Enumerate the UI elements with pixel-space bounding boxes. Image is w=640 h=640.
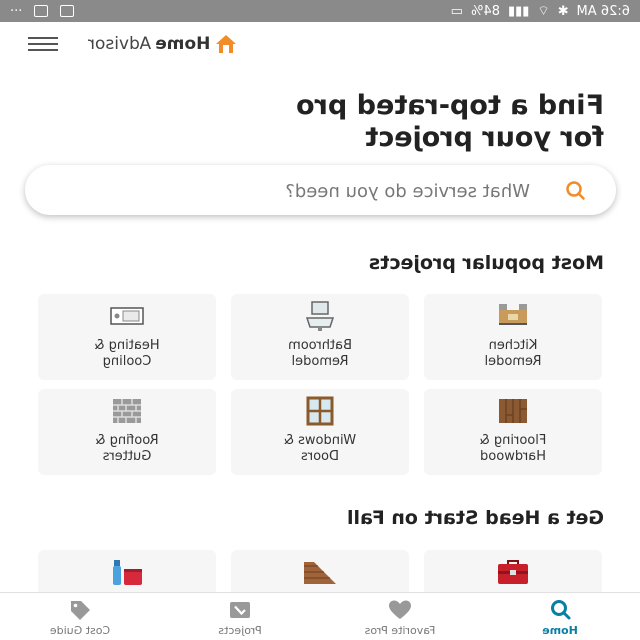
wifi-icon: ⌔ [537, 4, 550, 19]
heart-icon [389, 600, 411, 619]
bathroom-sink-icon [305, 301, 335, 331]
card-roofing-gutters[interactable]: Roofing & Gutters [38, 389, 216, 475]
window-icon [306, 396, 334, 426]
page-title: Find a top-rated pro for your project [296, 90, 604, 154]
card-kitchen-remodel[interactable]: Kitchen Remodel [424, 294, 602, 380]
cleaning-supplies-icon [113, 560, 142, 585]
mirrored-screen: 6:26 AM ✱ ⌔ ▮▮▮ 84% ▭ ··· Home Advisor Fi… [0, 0, 640, 640]
fall-section-heading: Get a Head Start on Fall [346, 507, 604, 529]
status-bar: 6:26 AM ✱ ⌔ ▮▮▮ 84% ▭ ··· [0, 0, 640, 22]
tab-projects[interactable]: Projects [160, 593, 320, 640]
homeadvisor-logo[interactable]: Home Advisor [88, 33, 238, 55]
hero-line-1: Find a top-rated pro [296, 90, 604, 121]
notification-icon [60, 5, 75, 17]
brick-wall-icon [113, 399, 141, 423]
kitchen-icon [499, 304, 527, 325]
search-bar[interactable] [25, 165, 616, 215]
tab-label: Projects [218, 624, 262, 637]
house-logo-icon [216, 35, 237, 53]
search-icon [551, 600, 571, 620]
bluetooth-icon: ✱ [557, 3, 569, 19]
app-header: Home Advisor [0, 22, 640, 68]
image-notification-icon [34, 5, 49, 17]
thermostat-icon [110, 307, 144, 325]
tab-cost-guide[interactable]: Cost Guide [0, 593, 160, 640]
card-label: Windows & Doors [283, 433, 357, 464]
logo-advisor-text: Advisor [88, 34, 152, 54]
menu-icon[interactable] [28, 37, 58, 53]
signal-icon: ▮▮▮ [507, 3, 530, 19]
popular-projects-heading: Most popular projects [368, 252, 604, 274]
battery-icon: ▭ [450, 3, 464, 19]
status-time: 6:26 AM [576, 3, 630, 19]
search-input[interactable] [68, 177, 532, 205]
tab-home[interactable]: Home [480, 593, 640, 640]
tab-favorite-pros[interactable]: Favorite Pros [320, 593, 480, 640]
price-tag-icon [71, 601, 90, 620]
search-icon[interactable] [564, 179, 586, 201]
wood-floor-icon [499, 399, 527, 423]
tab-label: Favorite Pros [364, 624, 436, 637]
tab-label: Cost Guide [49, 624, 111, 637]
bottom-tab-bar: Home Favorite Pros Projects Cost Guide [0, 592, 640, 640]
card-flooring-hardwood[interactable]: Flooring & Hardwood [424, 389, 602, 475]
card-bathroom-remodel[interactable]: Bathroom Remodel [231, 294, 409, 380]
tab-label: Home [542, 624, 578, 637]
toolbox-icon [498, 560, 528, 584]
card-label: Heating & Cooling [94, 338, 160, 369]
card-label: Kitchen Remodel [484, 338, 542, 369]
card-label: Bathroom Remodel [288, 338, 352, 369]
status-battery: 84% [471, 3, 500, 19]
card-label: Roofing & Gutters [95, 433, 159, 464]
card-label: Flooring & Hardwood [479, 433, 547, 464]
card-windows-doors[interactable]: Windows & Doors [231, 389, 409, 475]
roof-shingles-icon [304, 562, 336, 584]
status-more-icon: ··· [10, 3, 23, 19]
projects-icon [230, 602, 250, 618]
card-heating-cooling[interactable]: Heating & Cooling [38, 294, 216, 380]
hero-line-2: for your project [365, 122, 604, 153]
logo-home-text: Home [155, 34, 211, 54]
